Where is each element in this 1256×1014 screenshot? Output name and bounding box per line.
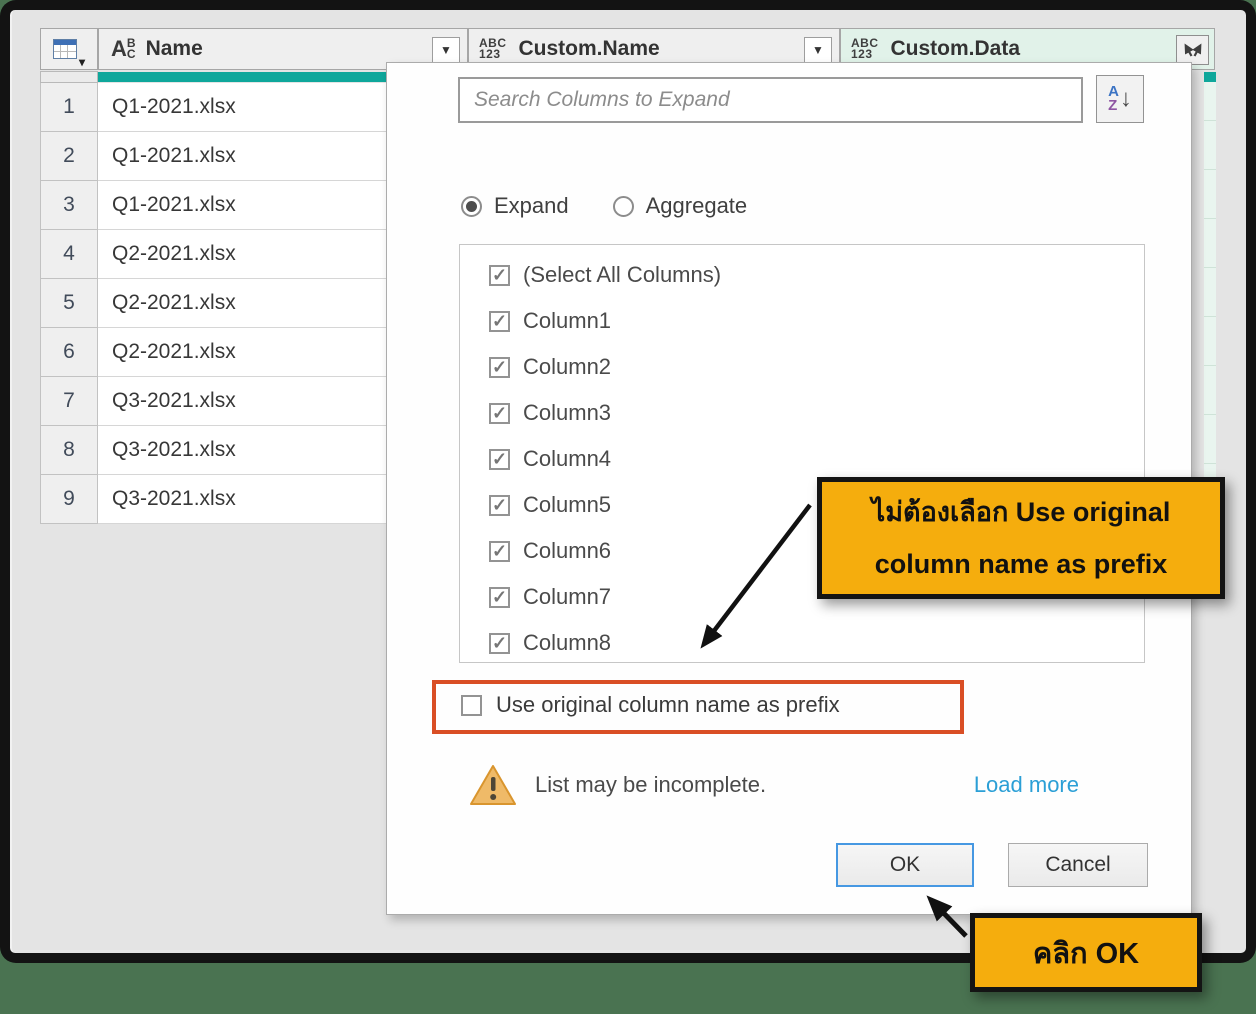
expand-column-button[interactable] — [1176, 35, 1209, 65]
checkbox-checked-icon[interactable]: ✓ — [489, 495, 510, 516]
column-quality-bar — [98, 72, 398, 82]
column-list-label: Column7 — [523, 584, 611, 610]
table-row[interactable]: 6 Q2-2021.xlsx — [40, 328, 398, 377]
table-row[interactable]: 1 Q1-2021.xlsx — [40, 83, 398, 132]
any-type-icon: ABC123 — [479, 38, 507, 60]
callout-line1: ไม่ต้องเลือก Use original — [872, 486, 1171, 538]
row-name-cell[interactable]: Q2-2021.xlsx — [98, 230, 398, 279]
checkbox-unchecked-icon[interactable] — [461, 695, 482, 716]
row-number: 9 — [40, 475, 98, 524]
radio-aggregate-label: Aggregate — [646, 193, 748, 219]
checkbox-checked-icon[interactable]: ✓ — [489, 633, 510, 654]
warning-triangle-icon — [469, 763, 517, 807]
load-more-link[interactable]: Load more — [974, 772, 1079, 798]
table-row[interactable]: 3 Q1-2021.xlsx — [40, 181, 398, 230]
callout-line2: column name as prefix — [875, 538, 1168, 590]
row-name-cell[interactable]: Q1-2021.xlsx — [98, 181, 398, 230]
row-name-cell[interactable]: Q3-2021.xlsx — [98, 426, 398, 475]
callout-ok-text: คลิก OK — [1033, 930, 1139, 976]
row-number: 6 — [40, 328, 98, 377]
column-list-item[interactable]: ✓ Column1 — [460, 298, 1144, 344]
radio-aggregate[interactable]: Aggregate — [613, 193, 748, 219]
column-list-label: (Select All Columns) — [523, 262, 721, 288]
column-header-label: Custom.Data — [891, 37, 1021, 61]
table-row[interactable]: 5 Q2-2021.xlsx — [40, 279, 398, 328]
custom-data-quality-bar — [1204, 72, 1216, 82]
checkbox-checked-icon[interactable]: ✓ — [489, 265, 510, 286]
prefix-checkbox-label: Use original column name as prefix — [496, 692, 840, 718]
sort-az-button[interactable]: A Z ↓ — [1096, 75, 1144, 123]
column-list-label: Column4 — [523, 446, 611, 472]
table-select-all-button[interactable]: ▾ — [40, 28, 98, 70]
row-number: 5 — [40, 279, 98, 328]
row-number: 2 — [40, 132, 98, 181]
row-number-corner — [40, 71, 98, 83]
column-list-item[interactable]: ✓ Column8 — [460, 620, 1144, 666]
columns-listbox[interactable]: ✓ (Select All Columns) ✓ Column1 ✓ Colum… — [459, 244, 1145, 663]
search-input[interactable] — [458, 77, 1083, 123]
table-row[interactable]: 7 Q3-2021.xlsx — [40, 377, 398, 426]
checkbox-checked-icon[interactable]: ✓ — [489, 357, 510, 378]
table-row[interactable]: 8 Q3-2021.xlsx — [40, 426, 398, 475]
checkbox-checked-icon[interactable]: ✓ — [489, 449, 510, 470]
row-number: 1 — [40, 83, 98, 132]
row-number: 4 — [40, 230, 98, 279]
cancel-button[interactable]: Cancel — [1008, 843, 1148, 887]
radio-expand[interactable]: Expand — [461, 193, 569, 219]
column-list-label: Column5 — [523, 492, 611, 518]
chevron-down-icon: ▾ — [79, 55, 85, 69]
column-header-label: Name — [146, 37, 203, 61]
sort-az-icon: A Z — [1108, 85, 1119, 113]
column-list-label: Column6 — [523, 538, 611, 564]
column-list-item[interactable]: ✓ Column3 — [460, 390, 1144, 436]
column-list-label: Column2 — [523, 354, 611, 380]
expand-arrows-icon — [1182, 42, 1204, 59]
column-list-label: Column1 — [523, 308, 611, 334]
table-grid-icon — [53, 39, 77, 59]
radio-selected-icon[interactable] — [461, 196, 482, 217]
mode-radio-group: Expand Aggregate — [461, 193, 747, 219]
row-name-cell[interactable]: Q2-2021.xlsx — [98, 328, 398, 377]
column-list-label: Column3 — [523, 400, 611, 426]
custom-data-column-sliver — [1204, 72, 1216, 523]
filter-dropdown-button[interactable]: ▼ — [432, 37, 460, 63]
table-row[interactable]: 2 Q1-2021.xlsx — [40, 132, 398, 181]
row-name-cell[interactable]: Q3-2021.xlsx — [98, 475, 398, 524]
checkbox-checked-icon[interactable]: ✓ — [489, 403, 510, 424]
row-name-cell[interactable]: Q1-2021.xlsx — [98, 83, 398, 132]
table-body: 1 Q1-2021.xlsx 2 Q1-2021.xlsx 3 Q1-2021.… — [40, 83, 398, 524]
column-list-label: Column8 — [523, 630, 611, 656]
radio-expand-label: Expand — [494, 193, 569, 219]
sort-arrow-icon: ↓ — [1120, 85, 1132, 113]
checkbox-checked-icon[interactable]: ✓ — [489, 541, 510, 562]
filter-dropdown-button[interactable]: ▼ — [804, 37, 832, 63]
warning-row: List may be incomplete. Load more — [469, 763, 1139, 807]
ok-button[interactable]: OK — [836, 843, 974, 887]
row-number: 3 — [40, 181, 98, 230]
any-type-icon: ABC123 — [851, 38, 879, 60]
row-number: 7 — [40, 377, 98, 426]
table-row[interactable]: 9 Q3-2021.xlsx — [40, 475, 398, 524]
row-name-cell[interactable]: Q1-2021.xlsx — [98, 132, 398, 181]
table-row[interactable]: 4 Q2-2021.xlsx — [40, 230, 398, 279]
checkbox-checked-icon[interactable]: ✓ — [489, 587, 510, 608]
column-list-item[interactable]: ✓ (Select All Columns) — [460, 252, 1144, 298]
prefix-checkbox-row[interactable]: Use original column name as prefix — [461, 692, 840, 718]
callout-ok-note: คลิก OK — [970, 913, 1202, 992]
column-header-label: Custom.Name — [519, 37, 660, 61]
column-list-item[interactable]: ✓ Column2 — [460, 344, 1144, 390]
row-name-cell[interactable]: Q2-2021.xlsx — [98, 279, 398, 328]
text-type-icon: A BC — [111, 36, 136, 62]
checkbox-checked-icon[interactable]: ✓ — [489, 311, 510, 332]
row-name-cell[interactable]: Q3-2021.xlsx — [98, 377, 398, 426]
radio-unselected-icon[interactable] — [613, 196, 634, 217]
row-number: 8 — [40, 426, 98, 475]
callout-prefix-note: ไม่ต้องเลือก Use original column name as… — [817, 477, 1225, 599]
column-list-item[interactable]: ✓ Column4 — [460, 436, 1144, 482]
warning-text: List may be incomplete. — [535, 772, 766, 798]
